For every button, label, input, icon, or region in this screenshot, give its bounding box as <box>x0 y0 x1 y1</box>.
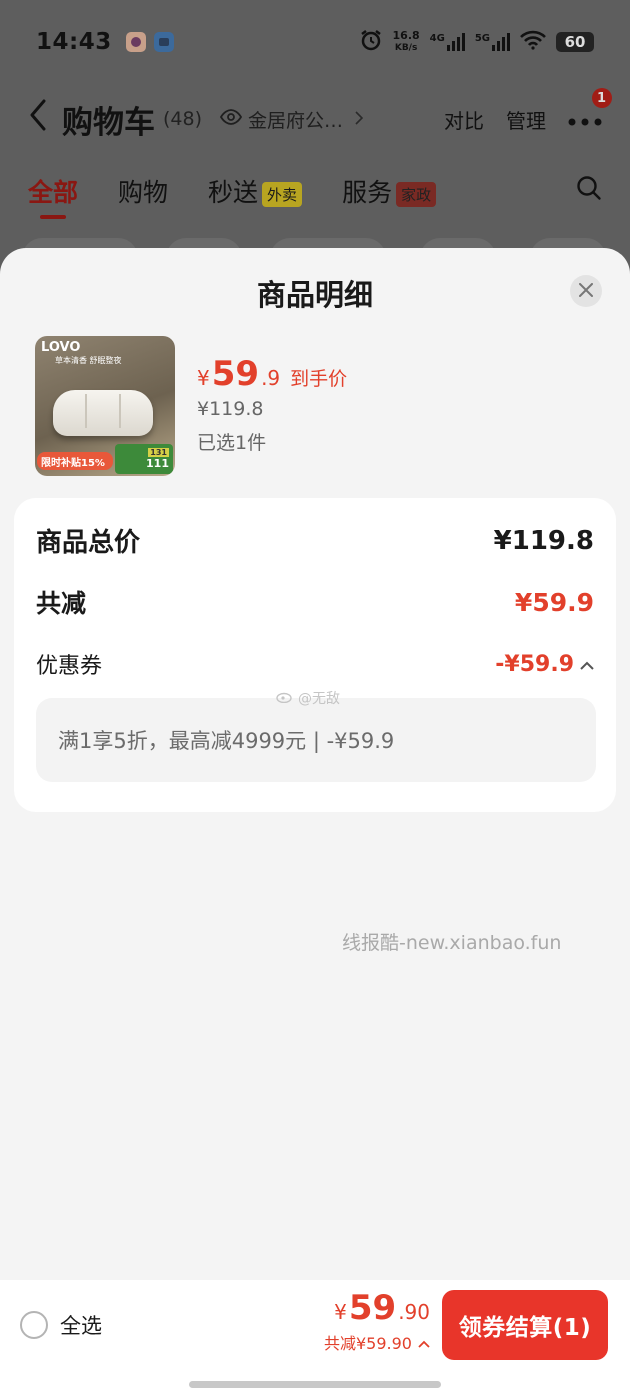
notification-badge: 1 <box>592 88 612 108</box>
original-price: ¥119.8 <box>197 398 264 420</box>
alarm-icon <box>359 28 383 56</box>
product-image[interactable]: LOVO 草本清香 舒眠整夜 限时补贴15% 131 111 <box>35 336 175 476</box>
coupon-label: 优惠券 <box>36 654 103 679</box>
pillow-graphic <box>53 390 153 436</box>
coupon-value-text: -¥59.9 <box>495 651 574 677</box>
final-price-decimal: .9 <box>261 366 281 390</box>
compare-button[interactable]: 对比 <box>444 105 484 134</box>
status-time: 14:43 <box>36 29 112 55</box>
net-4g-label: 4G <box>429 33 445 44</box>
product-info: ¥ 59 .9 到手价 ¥119.8 已选1件 <box>197 336 347 476</box>
close-icon <box>579 282 593 301</box>
delivery-location[interactable]: 金居府公… <box>219 106 364 133</box>
signal-4g-icon: 4G <box>430 33 465 51</box>
wifi-icon <box>520 30 546 54</box>
chevron-left-icon[interactable] <box>28 98 48 141</box>
tab-shopping[interactable]: 购物 <box>118 173 168 209</box>
search-icon[interactable] <box>576 175 602 207</box>
page-title: 购物车 <box>62 104 155 141</box>
checkout-total-integer: 59 <box>348 1288 397 1328</box>
signal-5g-icon: 5G <box>475 33 510 51</box>
total-price-value: ¥119.8 <box>493 525 594 556</box>
app-notification-icon <box>125 32 146 52</box>
net-5g-label: 5G <box>474 33 490 44</box>
image-tag-top: 131 <box>148 448 169 457</box>
weibo-watermark-text: @无敌 <box>298 691 340 707</box>
weibo-icon <box>276 689 294 707</box>
cart-header: 购物车 (48) 金居府公… 对比 管理 1 <box>0 84 630 154</box>
total-discount-row: 共减 ¥59.9 <box>36 584 594 620</box>
product-image-slogan: 草本清香 舒眠整夜 <box>55 356 122 365</box>
selected-count: 已选1件 <box>197 432 267 454</box>
speed-unit: KB/s <box>394 43 418 53</box>
speed-value: 16.8 <box>392 29 420 42</box>
eye-icon <box>219 108 243 130</box>
status-indicators: 16.8 KB/s 4G 5G 60 <box>359 28 594 56</box>
coupon-row[interactable]: 优惠券 -¥59.9 <box>36 648 594 680</box>
weibo-watermark: @无敌 <box>276 688 340 708</box>
select-all-radio[interactable] <box>20 1311 48 1339</box>
cart-tabs: 全部 购物 秒送 外卖 服务 家政 <box>0 160 630 222</box>
chevron-right-icon <box>355 108 364 130</box>
message-notification-icon <box>153 32 174 52</box>
tab-service-label: 服务 <box>342 178 393 207</box>
battery-indicator: 60 <box>556 32 594 52</box>
tab-instant-delivery[interactable]: 秒送 外卖 <box>208 173 303 209</box>
coupon-detail: 满1享5折，最高减4999元 | -¥59.9 <box>36 698 596 782</box>
final-price-yen: ¥ <box>197 366 210 390</box>
manage-button[interactable]: 管理 <box>506 105 546 134</box>
checkout-discount: 共减¥59.90 <box>324 1330 430 1354</box>
checkout-total-yen: ¥ <box>334 1300 347 1324</box>
product-item: LOVO 草本清香 舒眠整夜 限时补贴15% 131 111 ¥ 59 .9 到… <box>35 336 595 476</box>
checkout-total[interactable]: ¥ 59 .90 共减¥59.90 <box>324 1288 430 1354</box>
product-image-price-tag: 131 111 <box>115 444 173 474</box>
total-discount-label: 共减 <box>36 589 87 618</box>
location-text: 金居府公… <box>248 109 344 132</box>
product-image-brand: LOVO <box>41 340 81 355</box>
status-bar: 14:43 16.8 KB/s 4G 5G 60 <box>0 0 630 84</box>
sheet-title: 商品明细 <box>256 278 373 312</box>
close-button[interactable] <box>570 275 602 307</box>
tab-service[interactable]: 服务 家政 <box>342 173 437 209</box>
final-price-integer: 59 <box>211 354 260 394</box>
product-image-promo: 限时补贴15% <box>37 452 113 470</box>
price-breakdown-card: 商品总价 ¥119.8 共减 ¥59.9 优惠券 -¥59.9 满1享5折，最高… <box>14 498 616 812</box>
product-detail-sheet: 商品明细 LOVO 草本清香 舒眠整夜 限时补贴15% 131 111 ¥ 59… <box>0 248 630 1280</box>
checkout-total-decimal: .90 <box>398 1300 430 1324</box>
takeout-badge: 外卖 <box>262 181 303 207</box>
select-all-label: 全选 <box>60 1314 102 1338</box>
final-price-label: 到手价 <box>290 368 348 390</box>
checkout-button[interactable]: 领券结算(1) <box>442 1290 608 1360</box>
image-tag-bottom: 111 <box>146 457 169 470</box>
chevron-up-icon <box>580 652 594 677</box>
select-all[interactable]: 全选 <box>20 1310 102 1340</box>
checkout-total-price: ¥ 59 .90 <box>324 1288 430 1328</box>
chevron-up-icon <box>418 1333 430 1352</box>
checkout-discount-text: 共减¥59.90 <box>324 1334 412 1353</box>
network-speed: 16.8 KB/s <box>393 30 420 54</box>
tab-instant-label: 秒送 <box>208 178 259 207</box>
cart-item-count: (48) <box>163 108 203 130</box>
checkout-bar: 全选 ¥ 59 .90 共减¥59.90 领券结算(1) <box>0 1280 630 1400</box>
site-watermark: 线报酷-new.xianbao.fun <box>342 932 562 954</box>
final-price: ¥ 59 .9 到手价 <box>197 354 347 394</box>
home-indicator[interactable] <box>189 1381 441 1388</box>
housekeeping-badge: 家政 <box>396 181 437 207</box>
tab-all[interactable]: 全部 <box>28 173 78 219</box>
total-discount-value: ¥59.9 <box>514 587 594 617</box>
more-button[interactable]: 1 <box>568 88 612 134</box>
total-price-row: 商品总价 ¥119.8 <box>36 522 594 559</box>
total-price-label: 商品总价 <box>36 528 141 558</box>
coupon-value: -¥59.9 <box>495 652 594 677</box>
more-dots-icon <box>568 104 602 134</box>
